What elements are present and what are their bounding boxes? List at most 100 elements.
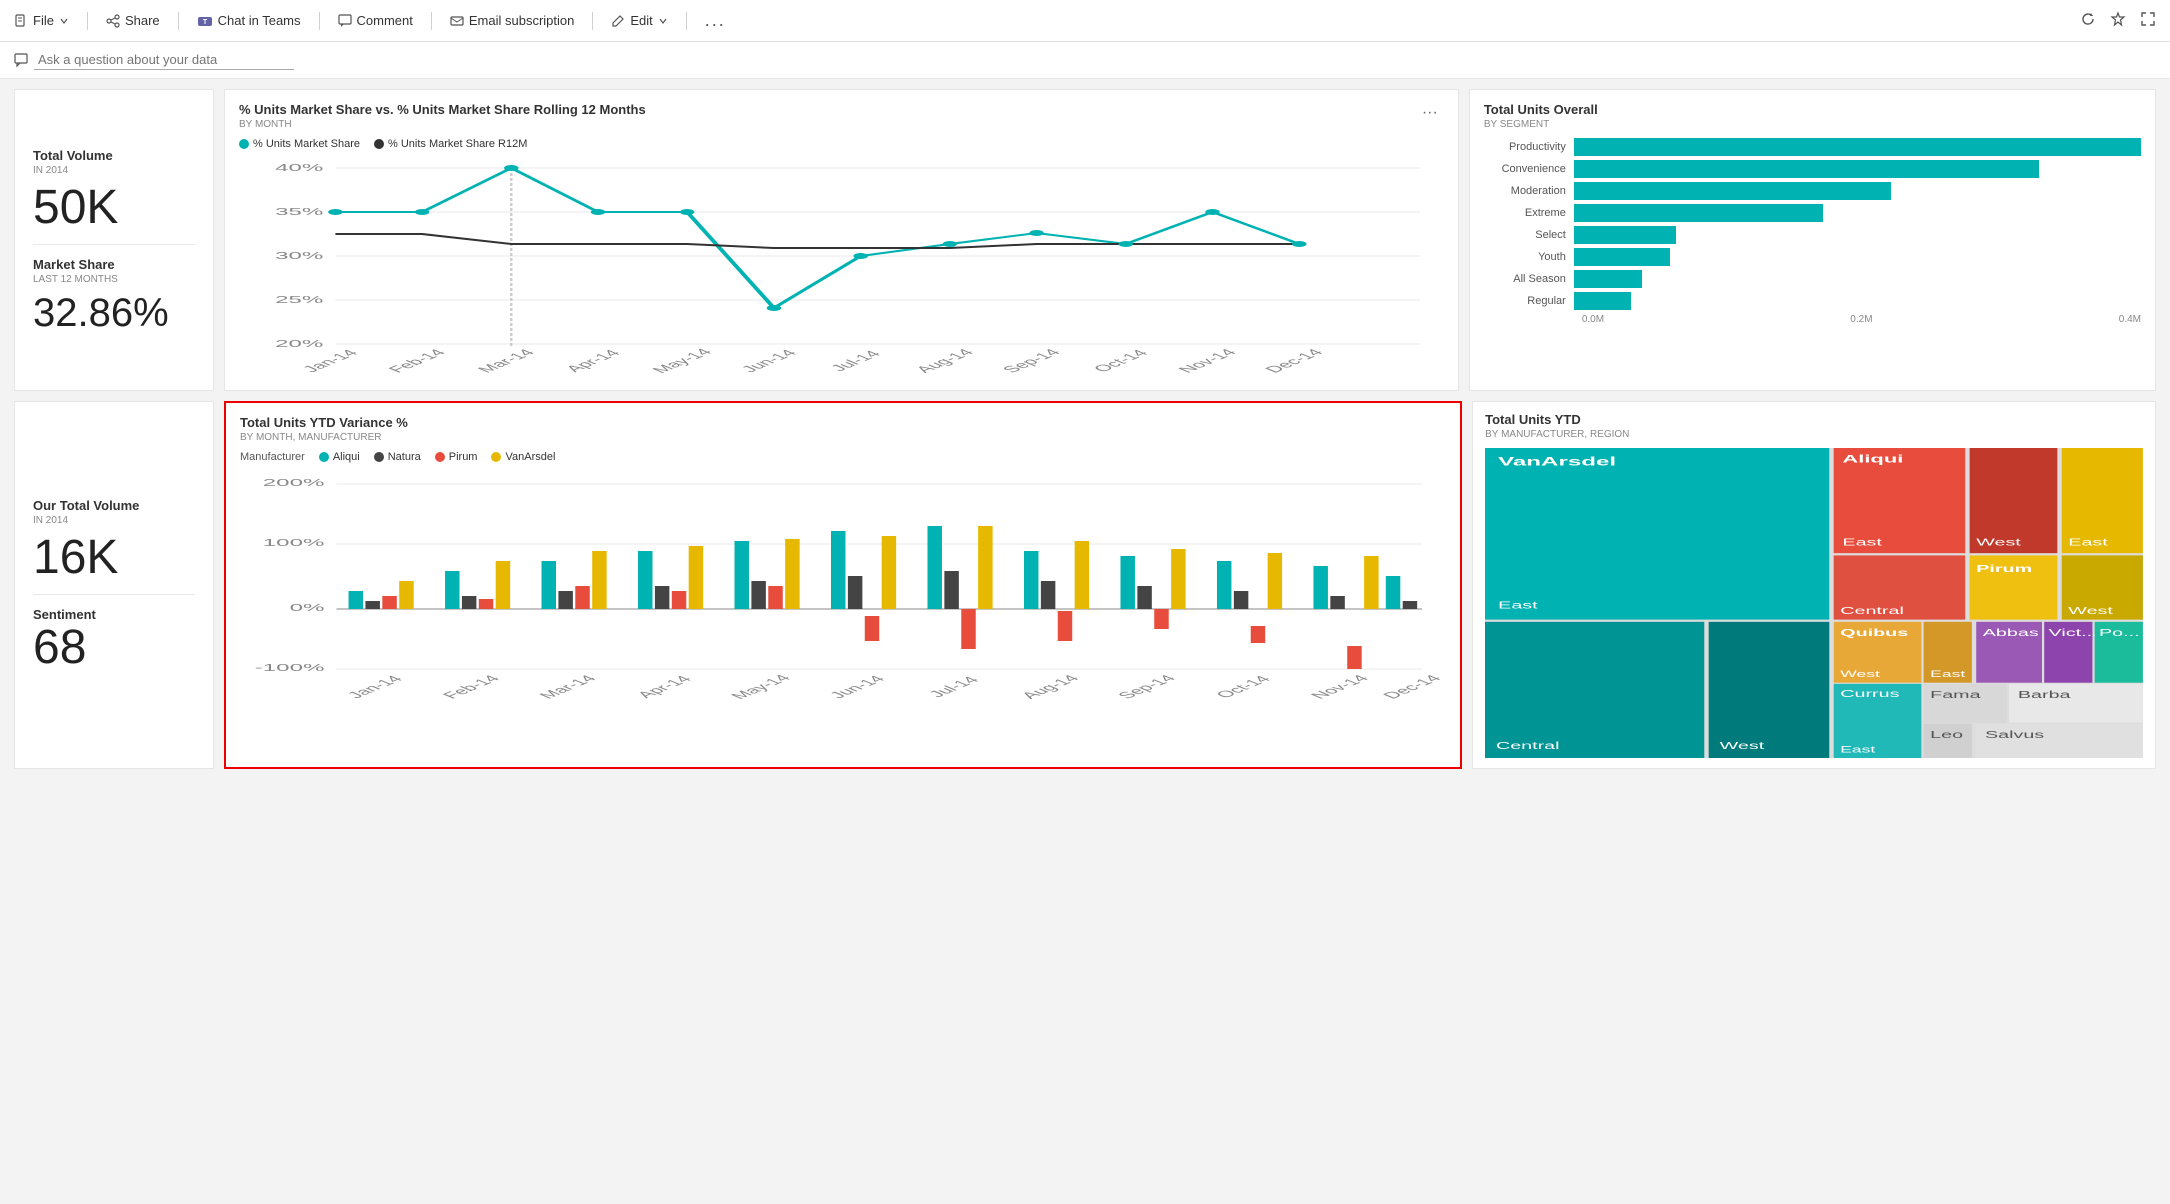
svg-text:East: East: [1840, 744, 1875, 754]
kpi-divider: [33, 244, 195, 245]
svg-text:West: West: [1720, 741, 1765, 752]
legend-vanarsdel: VanArsdel: [491, 451, 555, 463]
vbar-chart-svg: 200% 100% 0% -100%: [240, 471, 1446, 711]
sep4: [431, 12, 432, 30]
fullscreen-button[interactable]: [2140, 11, 2156, 30]
toolbar: File Share T Chat in Teams Comment Email…: [0, 0, 2170, 42]
svg-text:25%: 25%: [275, 294, 323, 305]
edit-chevron-icon: [658, 16, 668, 26]
legend-natura: Natura: [374, 451, 421, 463]
hbar-row-moderation: Moderation: [1484, 182, 2141, 200]
svg-text:Apr-14: Apr-14: [632, 674, 696, 700]
treemap-subtitle: BY MANUFACTURER, REGION: [1485, 429, 2143, 440]
vbar-chart-area: 200% 100% 0% -100%: [240, 471, 1446, 711]
svg-text:Feb-14: Feb-14: [384, 347, 450, 374]
sep5: [592, 12, 593, 30]
svg-text:Jul-14: Jul-14: [924, 675, 983, 700]
qa-bar: [0, 42, 2170, 79]
refresh-button[interactable]: [2080, 11, 2096, 30]
legend-label-pirum: Pirum: [449, 451, 478, 463]
legend-aliqui: Aliqui: [319, 451, 360, 463]
line-chart-more-button[interactable]: ···: [1416, 102, 1444, 124]
svg-text:Feb-14: Feb-14: [438, 673, 504, 700]
legend-dot-pirum: [435, 452, 445, 462]
file-icon: [14, 14, 28, 28]
svg-text:Po...: Po...: [2099, 628, 2140, 639]
legend-item-r12m: % Units Market Share R12M: [374, 138, 527, 150]
legend-label-vanarsdel: VanArsdel: [505, 451, 555, 463]
legend-dot-aliqui: [319, 452, 329, 462]
our-total-volume-label: Our Total Volume: [33, 498, 195, 513]
hbar-row-allseason: All Season: [1484, 270, 2141, 288]
legend-dot-natura: [374, 452, 384, 462]
total-volume-sublabel: IN 2014: [33, 165, 195, 176]
fullscreen-icon: [2140, 11, 2156, 27]
legend-label-r12m: % Units Market Share R12M: [388, 138, 527, 150]
treemap-panel: Total Units YTD BY MANUFACTURER, REGION …: [1472, 401, 2156, 769]
svg-text:Vict...: Vict...: [2049, 628, 2098, 639]
svg-text:East: East: [2068, 537, 2108, 548]
svg-text:Fama: Fama: [1930, 690, 1981, 701]
file-menu[interactable]: File: [14, 13, 69, 28]
email-icon: [450, 14, 464, 28]
treemap-area: VanArsdel East Central West Aliqui East …: [1485, 448, 2143, 758]
svg-text:Jan-14: Jan-14: [343, 674, 407, 701]
hbar-row-productivity: Productivity: [1484, 138, 2141, 156]
svg-text:Mar-14: Mar-14: [535, 673, 601, 700]
kpi-bottom-panel: Our Total Volume IN 2014 16K Sentiment 6…: [14, 401, 214, 769]
legend-label-units-market-share: % Units Market Share: [253, 138, 360, 150]
hbar-chart-area: Productivity Convenience Moderation Extr…: [1484, 138, 2141, 325]
legend-dot-units-market-share: [239, 139, 249, 149]
svg-text:Jun-14: Jun-14: [825, 674, 889, 701]
qa-input[interactable]: [34, 50, 294, 70]
svg-text:Jul-14: Jul-14: [826, 349, 885, 374]
hbar-row-select: Select: [1484, 226, 2141, 244]
svg-text:Salvus: Salvus: [1985, 730, 2044, 741]
svg-text:Aug-14: Aug-14: [1017, 673, 1084, 701]
sentiment-value: 68: [33, 624, 195, 672]
svg-text:Leo: Leo: [1930, 730, 1963, 741]
hbar-chart-panel: Total Units Overall BY SEGMENT Productiv…: [1469, 89, 2156, 391]
share-button[interactable]: Share: [106, 13, 160, 28]
svg-text:Jun-14: Jun-14: [737, 348, 801, 375]
svg-text:VanArsdel: VanArsdel: [1498, 456, 1616, 469]
bottom-row: Our Total Volume IN 2014 16K Sentiment 6…: [14, 401, 2156, 769]
treemap-title: Total Units YTD: [1485, 412, 2143, 427]
svg-text:Pirum: Pirum: [1976, 564, 2032, 575]
svg-text:Central: Central: [1496, 741, 1560, 752]
email-subscription-button[interactable]: Email subscription: [450, 13, 575, 28]
market-share-sublabel: LAST 12 MONTHS: [33, 274, 195, 285]
favorite-button[interactable]: [2110, 11, 2126, 30]
svg-text:West: West: [1976, 537, 2021, 548]
refresh-icon: [2080, 11, 2096, 27]
edit-icon: [611, 14, 625, 28]
svg-text:East: East: [1498, 600, 1538, 611]
vbar-legend-label: Manufacturer: [240, 451, 305, 463]
vbar-chart-subtitle: BY MONTH, MANUFACTURER: [240, 432, 1446, 443]
svg-text:May-14: May-14: [648, 347, 717, 375]
hbar-row-regular: Regular: [1484, 292, 2141, 310]
hbar-row-extreme: Extreme: [1484, 204, 2141, 222]
kpi-top-panel: Total Volume IN 2014 50K Market Share LA…: [14, 89, 214, 391]
hbar-row-convenience: Convenience: [1484, 160, 2141, 178]
svg-text:West: West: [2068, 606, 2113, 617]
chat-in-teams-button[interactable]: T Chat in Teams: [197, 13, 301, 29]
more-options-button[interactable]: ...: [705, 10, 726, 31]
top-row: Total Volume IN 2014 50K Market Share LA…: [14, 89, 2156, 391]
hbar-chart-title: Total Units Overall: [1484, 102, 2141, 117]
edit-button[interactable]: Edit: [611, 13, 667, 28]
svg-text:May-14: May-14: [726, 673, 795, 701]
comment-icon: [338, 14, 352, 28]
svg-text:Dec-14: Dec-14: [1379, 673, 1446, 701]
dashboard: Total Volume IN 2014 50K Market Share LA…: [0, 79, 2170, 779]
our-total-volume-sublabel: IN 2014: [33, 515, 195, 526]
line-chart-title: % Units Market Share vs. % Units Market …: [239, 102, 646, 117]
svg-text:200%: 200%: [263, 477, 325, 488]
file-chevron-icon: [59, 16, 69, 26]
comment-button[interactable]: Comment: [338, 13, 413, 28]
sep1: [87, 12, 88, 30]
vbar-chart-title: Total Units YTD Variance %: [240, 415, 1446, 430]
legend-item-units-market-share: % Units Market Share: [239, 138, 360, 150]
total-volume-value: 50K: [33, 184, 195, 232]
legend-dot-vanarsdel: [491, 452, 501, 462]
